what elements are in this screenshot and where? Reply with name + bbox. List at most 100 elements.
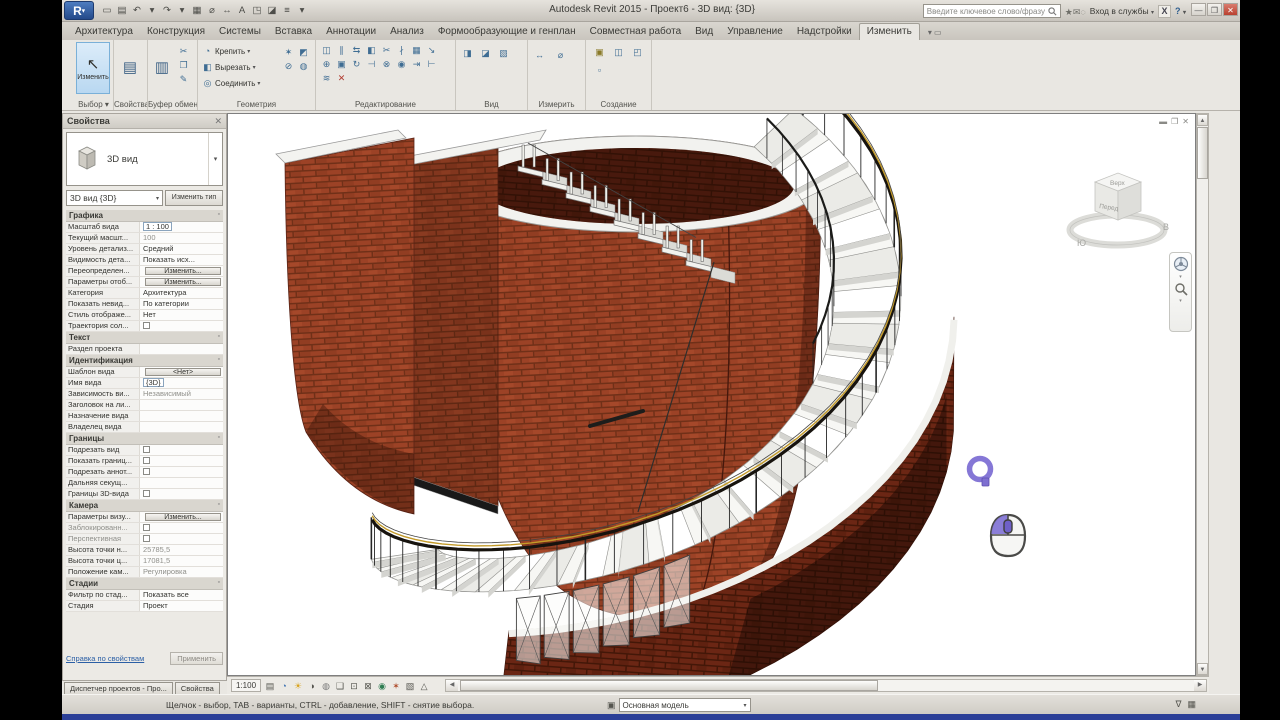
property-input[interactable]: {3D} xyxy=(143,378,164,387)
editable-only-icon[interactable]: ▦ xyxy=(1187,699,1196,710)
create-parts-icon[interactable]: ▫ xyxy=(592,63,607,77)
pin-icon[interactable]: ⊗ xyxy=(379,57,394,71)
property-button[interactable]: Изменить... xyxy=(145,513,221,521)
create-similar-icon[interactable]: ◫ xyxy=(611,45,626,59)
property-value[interactable] xyxy=(140,344,223,354)
copy-icon[interactable]: ❐ xyxy=(176,58,191,72)
offset-icon[interactable]: ∥ xyxy=(334,43,349,57)
search-history-icon[interactable]: ★ xyxy=(1065,7,1073,17)
ribbon-tab-вид[interactable]: Вид xyxy=(688,24,720,40)
property-value[interactable]: Нет xyxy=(140,310,223,320)
property-value[interactable]: 25785,5 xyxy=(140,545,223,555)
compass-east-label[interactable]: В xyxy=(1163,222,1169,232)
qat-customize-icon[interactable]: ▾ xyxy=(295,3,309,19)
section-collapse-icon[interactable]: ▫ xyxy=(218,356,220,365)
view-close-icon[interactable]: ✕ xyxy=(1182,117,1189,126)
design-option-combo[interactable]: Основная модель ▾ xyxy=(618,698,751,712)
search-input[interactable]: Введите ключевое слово/фразу xyxy=(922,4,1061,18)
property-value[interactable]: Архитектура xyxy=(140,288,223,298)
compass-south-label[interactable]: Ю xyxy=(1077,238,1086,248)
property-value[interactable]: Показать исх... xyxy=(140,255,223,265)
render-icon[interactable]: ◍ xyxy=(319,679,333,693)
mirror-axis-icon[interactable]: ⇆ xyxy=(349,43,364,57)
offset-copy-icon[interactable]: ≋ xyxy=(319,71,334,85)
scroll-left-icon[interactable]: ◀ xyxy=(446,680,459,691)
scale-icon[interactable]: ↘ xyxy=(424,43,439,57)
property-value[interactable] xyxy=(140,456,223,466)
unpin-icon[interactable]: ◉ xyxy=(394,57,409,71)
checkbox[interactable] xyxy=(143,524,150,531)
show-hidden-icon[interactable]: ◪ xyxy=(478,46,493,60)
section-collapse-icon[interactable]: ▫ xyxy=(218,501,220,510)
measure-icon[interactable]: ⌀ xyxy=(205,3,219,19)
property-section-header[interactable]: Камера ▫ xyxy=(66,500,223,512)
property-value[interactable] xyxy=(140,411,223,421)
property-value[interactable]: 17081,5 xyxy=(140,556,223,566)
property-value[interactable]: {3D} xyxy=(140,378,223,388)
temporary-view-properties-icon[interactable]: ▧ xyxy=(403,679,417,693)
ribbon-tab-надстройки[interactable]: Надстройки xyxy=(790,24,859,40)
favorites-icon[interactable]: ◌ xyxy=(1080,7,1085,17)
properties-help-link[interactable]: Справка по свойствам xyxy=(66,654,144,663)
property-value[interactable] xyxy=(140,523,223,533)
property-value[interactable]: Независимый xyxy=(140,389,223,399)
undo-icon[interactable]: ↶ xyxy=(130,3,144,19)
section-collapse-icon[interactable]: ▫ xyxy=(218,333,220,342)
create-assembly-icon[interactable]: ◰ xyxy=(630,45,645,59)
property-button[interactable]: Изменить... xyxy=(145,278,221,286)
help-button[interactable]: ? ▾ xyxy=(1175,6,1186,16)
view-restore-icon[interactable]: ❒ xyxy=(1171,117,1178,126)
ribbon-tab-анализ[interactable]: Анализ xyxy=(383,24,431,40)
property-value[interactable]: Средний xyxy=(140,244,223,254)
properties-button[interactable]: ▤ xyxy=(116,42,144,94)
ribbon-tab-формообразующие-и-генплан[interactable]: Формообразующие и генплан xyxy=(431,24,583,40)
geometry-button-3[interactable]: ◎ Соединить ▾ xyxy=(200,75,261,91)
checkbox[interactable] xyxy=(143,457,150,464)
application-menu-button[interactable]: R▾ xyxy=(64,1,94,20)
property-input[interactable]: 1 : 100 xyxy=(143,222,172,231)
chevron-down-icon[interactable]: ▾ xyxy=(1179,274,1182,280)
panel-label-select[interactable]: Выбор ▾ xyxy=(74,100,113,109)
scrollbar-thumb[interactable] xyxy=(1197,127,1208,179)
reveal-hidden-icon[interactable]: ✶ xyxy=(389,679,403,693)
ribbon-tab-конструкция[interactable]: Конструкция xyxy=(140,24,212,40)
property-value[interactable]: Изменить... xyxy=(140,277,223,287)
property-value[interactable] xyxy=(140,534,223,544)
property-value[interactable]: Регулировка xyxy=(140,567,223,577)
property-section-header[interactable]: Границы ▫ xyxy=(66,433,223,445)
create-group-icon[interactable]: ▣ xyxy=(592,45,607,59)
property-value[interactable]: Изменить... xyxy=(140,512,223,522)
temporary-hide-isolate-icon[interactable]: ◉ xyxy=(375,679,389,693)
apply-button[interactable]: Применить xyxy=(170,651,223,665)
measure-tool-icon[interactable]: ↔ xyxy=(532,48,547,62)
lock-3d-view-icon[interactable]: ⊠ xyxy=(361,679,375,693)
print-icon[interactable]: ▦ xyxy=(190,3,204,19)
modify-tool-button[interactable]: ↖ Изменить xyxy=(76,42,110,94)
property-section-header[interactable]: Стадии ▫ xyxy=(66,578,223,590)
scroll-right-icon[interactable]: ▶ xyxy=(1194,680,1206,691)
sign-in-button[interactable]: Вход в службы ▾ xyxy=(1090,6,1154,16)
property-section-header[interactable]: Текст ▫ xyxy=(66,332,223,344)
cutaway-icon[interactable]: ▧ xyxy=(496,46,511,60)
section-collapse-icon[interactable]: ▫ xyxy=(218,434,220,443)
move-icon[interactable]: ⊕ xyxy=(319,57,334,71)
dimension-tool-icon[interactable]: ⌀ xyxy=(553,48,568,62)
scroll-up-icon[interactable]: ▲ xyxy=(1197,114,1208,126)
edit-type-button[interactable]: Изменить тип xyxy=(165,190,223,206)
geometry-button-1[interactable]: ◔ Крепить ▾ xyxy=(200,43,260,59)
property-button[interactable]: Изменить... xyxy=(145,267,221,275)
property-section-header[interactable]: Идентификация ▫ xyxy=(66,355,223,367)
ribbon-tab-вставка[interactable]: Вставка xyxy=(268,24,319,40)
checkbox[interactable] xyxy=(143,446,150,453)
sun-path-icon[interactable]: ☀ xyxy=(291,679,305,693)
filter-icon[interactable]: ∇ xyxy=(1175,699,1181,710)
checkbox[interactable] xyxy=(143,535,150,542)
view-instance-combo[interactable]: 3D вид {3D} ▾ xyxy=(66,190,163,206)
extend-icon[interactable]: ⇥ xyxy=(409,57,424,71)
shadows-icon[interactable]: ◑ xyxy=(305,679,319,693)
view-scale-button[interactable]: 1:100 xyxy=(231,679,262,692)
chevron-down-icon[interactable]: ▾ xyxy=(1179,298,1182,304)
close-button[interactable]: ✕ xyxy=(1223,3,1238,16)
paste-button[interactable]: ▥ xyxy=(150,42,174,94)
split-face-icon[interactable]: ◍ xyxy=(296,59,311,73)
